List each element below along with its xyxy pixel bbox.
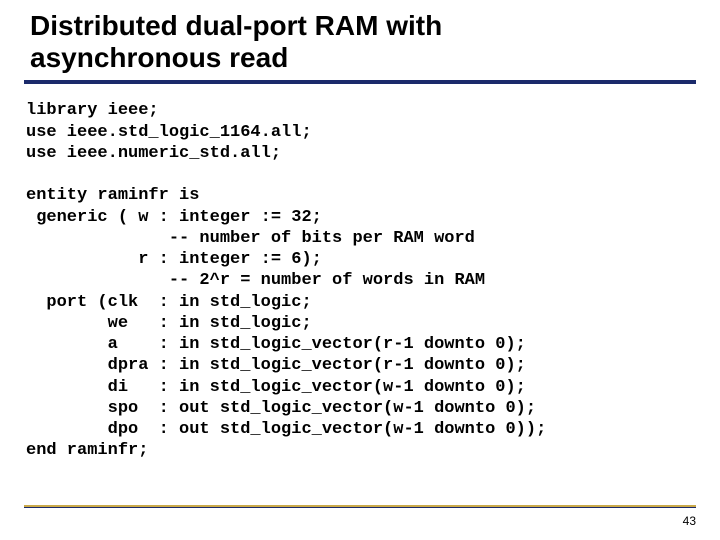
code-block: library ieee; use ieee.std_logic_1164.al…: [24, 100, 696, 461]
title-line-1: Distributed dual-port RAM with: [30, 10, 442, 41]
slide: Distributed dual-port RAM with asynchron…: [0, 0, 720, 540]
footer-rule: [24, 505, 696, 508]
slide-title: Distributed dual-port RAM with asynchron…: [24, 10, 696, 84]
title-line-2: asynchronous read: [30, 42, 288, 73]
page-number: 43: [683, 514, 696, 528]
